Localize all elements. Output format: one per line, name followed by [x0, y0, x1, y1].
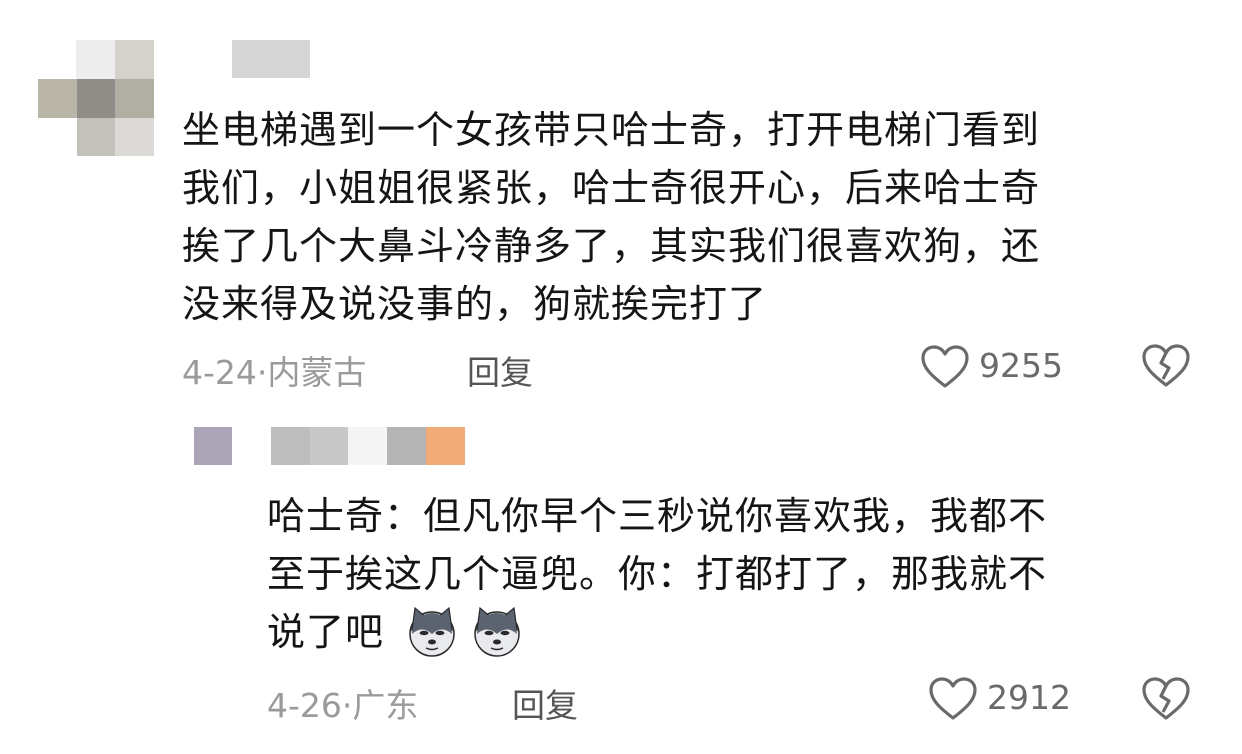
like-button[interactable]: 2912	[928, 674, 1088, 722]
meta-separator: ·	[256, 353, 268, 392]
comment-location: 内蒙古	[267, 353, 367, 392]
dislike-broken-heart-icon[interactable]	[1141, 676, 1191, 722]
comment-meta: 4-24·内蒙古	[182, 346, 366, 394]
reply-button[interactable]: 回复	[467, 346, 533, 394]
husky-emoji-icon	[409, 606, 455, 657]
like-count: 2912	[987, 678, 1071, 717]
reply-avatar[interactable]	[194, 427, 232, 465]
dislike-broken-heart-icon[interactable]	[1141, 343, 1191, 389]
reply-button[interactable]: 回复	[512, 679, 578, 727]
husky-emoji-icon	[474, 606, 520, 657]
heart-icon	[921, 345, 969, 388]
like-count: 9255	[979, 346, 1063, 385]
comment-date: 4-24	[182, 353, 257, 392]
reply-date: 4-26	[267, 686, 342, 725]
reply-username[interactable]	[271, 427, 465, 465]
avatar[interactable]	[38, 40, 154, 156]
heart-icon	[929, 677, 977, 720]
reply-text: 哈士奇：但凡你早个三秒说你喜欢我，我都不 至于挨这几个逼兜。你：打都打了，那我就…	[267, 494, 1048, 654]
reply-meta: 4-26·广东	[267, 679, 418, 727]
username[interactable]	[232, 40, 310, 78]
reply-location: 广东	[352, 686, 419, 725]
comment-text: 坐电梯遇到一个女孩带只哈士奇，打开电梯门看到 我们，小姐姐很紧张，哈士奇很开心，…	[182, 108, 1041, 326]
meta-separator: ·	[341, 686, 353, 725]
like-button[interactable]: 9255	[920, 342, 1080, 390]
